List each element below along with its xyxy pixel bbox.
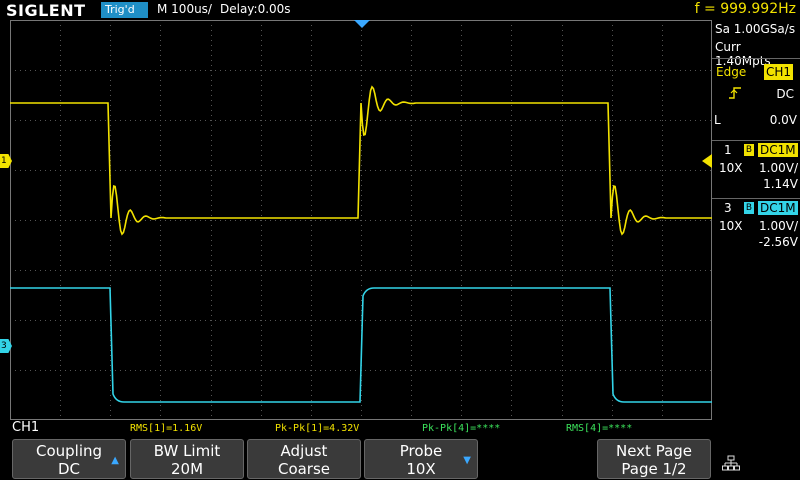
softkey-label: Probe xyxy=(399,442,443,460)
ch1-marker-label: 1 xyxy=(1,156,7,166)
brand-logo: SIGLENT xyxy=(6,1,86,20)
waveform-svg xyxy=(10,20,712,420)
ch1-offset: 1.14V xyxy=(763,177,798,191)
trigger-status-badge: Trig'd xyxy=(101,2,148,18)
ch3-vdiv: 1.00V/ xyxy=(759,219,798,233)
ch3-number: 3 xyxy=(724,201,732,215)
waveform-display[interactable] xyxy=(10,20,712,420)
ch3-marker-label: 3 xyxy=(1,341,7,351)
ch1-vdiv: 1.00V/ xyxy=(759,161,798,175)
softkey-value: 20M xyxy=(170,460,204,478)
softkey-adjust[interactable]: Adjust Coarse xyxy=(247,439,361,479)
arrow-up-icon: ▲ xyxy=(111,455,119,466)
delay-readout: Delay:0.00s xyxy=(220,2,291,16)
measurement-item: Pk-Pk[1]=4.32V xyxy=(275,423,360,434)
ch3-probe: 10X xyxy=(719,219,743,233)
selected-channel: CH1 xyxy=(12,420,40,435)
trigger-position-marker xyxy=(354,20,370,28)
softkey-label: Next Page xyxy=(615,442,693,460)
softkey-value: 10X xyxy=(406,460,436,478)
trigger-level: 0.0V xyxy=(769,113,797,127)
softkey-next-page[interactable]: Next Page Page 1/2 xyxy=(597,439,711,479)
softkey-value: Page 1/2 xyxy=(621,460,687,478)
softkey-coupling[interactable]: Coupling DC ▲ xyxy=(12,439,126,479)
ch3-bw-limit-icon: B xyxy=(744,202,754,214)
softkey-bw-limit[interactable]: BW Limit 20M xyxy=(130,439,244,479)
softkey-value: DC xyxy=(57,460,81,478)
ch1-number: 1 xyxy=(724,143,732,157)
softkey-label: Coupling xyxy=(35,442,103,460)
ch1-info-box[interactable]: 1 B DC1M 10X 1.00V/ 1.14V xyxy=(712,140,800,196)
network-icon xyxy=(722,455,740,475)
ch1-probe: 10X xyxy=(719,161,743,175)
frequency-counter: f = 999.992Hz xyxy=(694,1,796,17)
softkey-label: BW Limit xyxy=(153,442,221,460)
trigger-source: CH1 xyxy=(764,64,794,80)
measurement-item: RMS[4]=**** xyxy=(566,423,633,434)
ch3-coupling: DC1M xyxy=(758,201,798,215)
softkey-probe[interactable]: Probe 10X ▼ xyxy=(364,439,478,479)
trigger-coupling: DC xyxy=(776,87,794,101)
sample-rate: Sa 1.00GSa/s xyxy=(715,22,796,36)
softkey-bar: Coupling DC ▲ BW Limit 20M Adjust Coarse… xyxy=(0,437,800,480)
trigger-type: Edge xyxy=(716,65,747,79)
softkey-label: Adjust xyxy=(280,442,328,460)
arrow-down-icon: ▼ xyxy=(463,455,471,466)
status-bar: SIGLENT Trig'd M 100us/ Delay:0.00s f = … xyxy=(0,0,800,20)
ch3-info-box[interactable]: 3 B DC1M 10X 1.00V/ -2.56V xyxy=(712,198,800,254)
measurement-bar: CH1 RMS[1]=1.16V Pk-Pk[1]=4.32V Pk-Pk[4]… xyxy=(0,420,800,436)
ch3-offset: -2.56V xyxy=(758,235,798,249)
ch1-bw-limit-icon: B xyxy=(744,144,754,156)
measurement-item: RMS[1]=1.16V xyxy=(130,423,203,434)
timebase-readout: M 100us/ xyxy=(157,2,212,16)
ch1-coupling: DC1M xyxy=(758,143,798,157)
info-panel: Sa 1.00GSa/s Curr 1.40Mpts Edge CH1 DC L… xyxy=(712,20,800,420)
measurement-item: Pk-Pk[4]=**** xyxy=(422,423,501,434)
softkey-value: Coarse xyxy=(277,460,331,478)
